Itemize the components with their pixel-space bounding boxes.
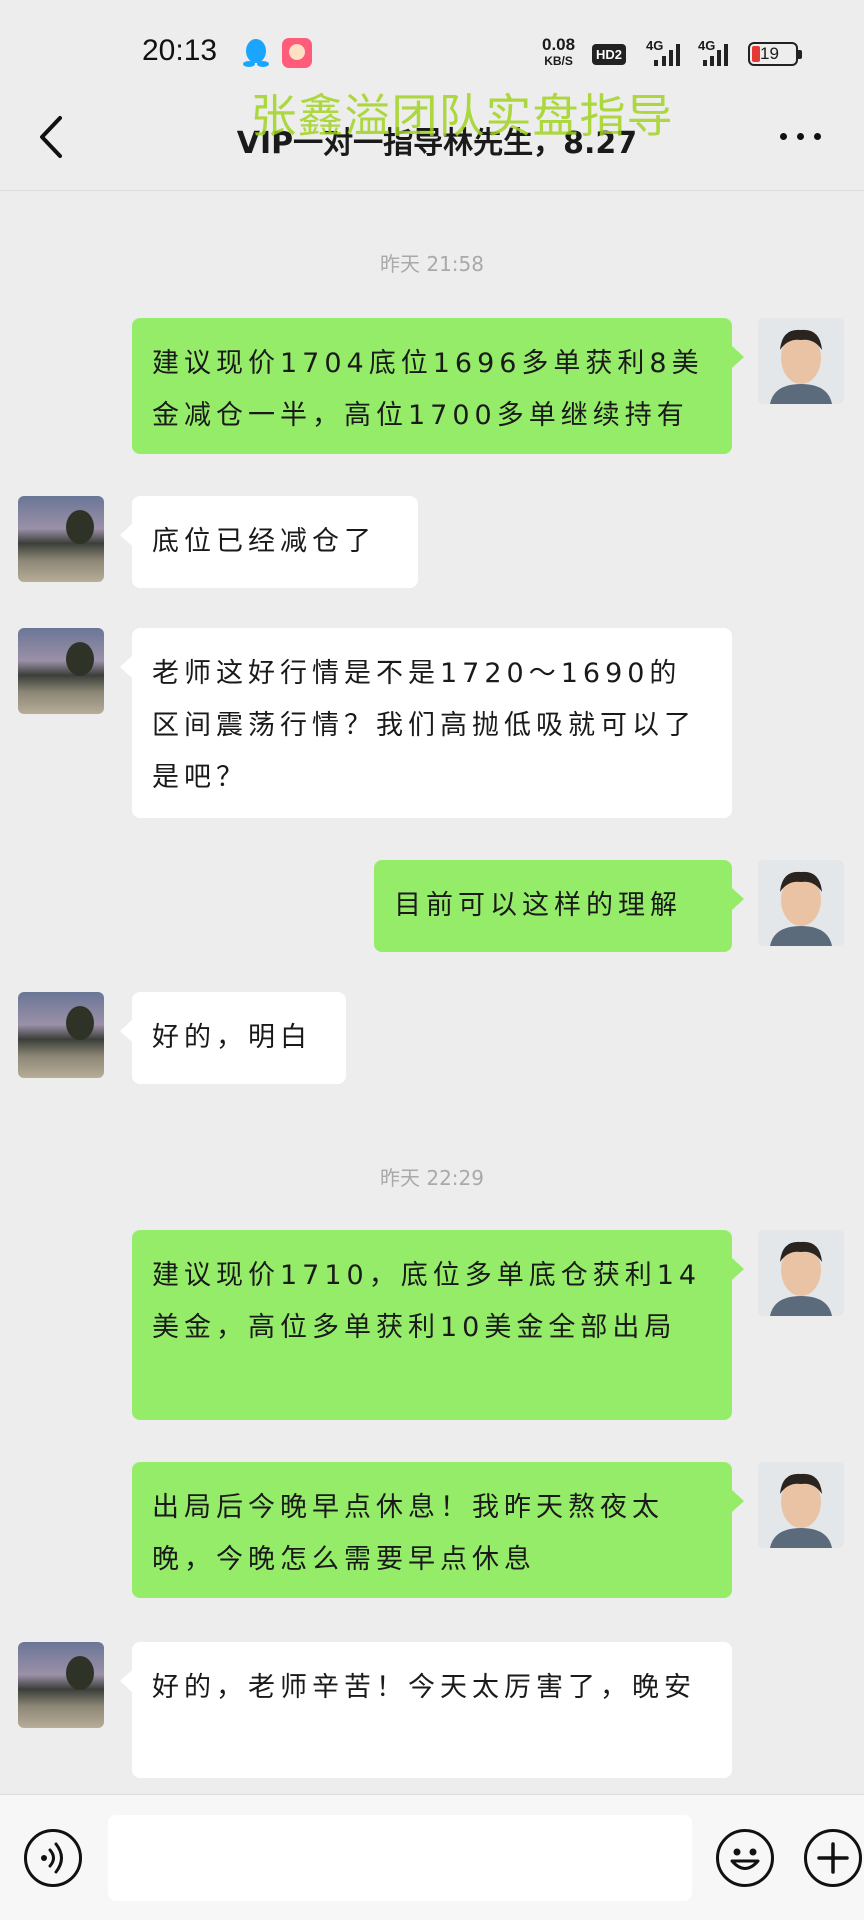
message-bubble-outgoing[interactable]: 目前可以这样的理解: [374, 860, 744, 952]
message-text: 建议现价1704底位1696多单获利8美金减仓一半，高位1700多单继续持有: [152, 348, 704, 431]
battery-fill: [752, 46, 760, 62]
more-button[interactable]: [778, 130, 824, 144]
input-bar: [0, 1794, 864, 1920]
timestamp: 昨天 21:58: [380, 252, 484, 276]
message-bubble-incoming[interactable]: 好的，明白: [120, 992, 346, 1084]
signal-1-icon: [654, 44, 680, 66]
avatar-me[interactable]: [758, 318, 844, 404]
message-bubble-incoming[interactable]: 好的，老师辛苦！今天太厉害了，晚安: [120, 1642, 732, 1778]
header-divider: [0, 190, 864, 191]
net-speed-unit: KB/S: [544, 54, 573, 68]
message-bubble-outgoing[interactable]: 建议现价1704底位1696多单获利8美金减仓一半，高位1700多单继续持有: [132, 318, 744, 454]
message-text: 目前可以这样的理解: [394, 890, 682, 921]
message-text: 底位已经减仓了: [152, 526, 376, 557]
net-speed: 0.08 KB/S: [542, 36, 575, 70]
person-icon: [758, 1462, 844, 1548]
battery-icon: 19: [748, 42, 802, 66]
message-text: 老师这好行情是不是1720～1690的区间震荡行情？我们高抛低吸就可以了是吧？: [152, 658, 696, 793]
voice-icon[interactable]: [24, 1829, 82, 1887]
message-input[interactable]: [108, 1815, 692, 1901]
person-icon: [758, 318, 844, 404]
message-text: 建议现价1710，底位多单底仓获利14美金，高位多单获利10美金全部出局: [152, 1260, 702, 1343]
avatar-other[interactable]: [18, 992, 104, 1078]
hd-badge: HD2: [592, 44, 627, 65]
avatar-other[interactable]: [18, 628, 104, 714]
timestamp: 昨天 22:29: [380, 1166, 484, 1190]
emoji-icon[interactable]: [716, 1829, 774, 1887]
message-bubble-outgoing[interactable]: 建议现价1710，底位多单底仓获利14美金，高位多单获利10美金全部出局: [132, 1230, 744, 1420]
person-icon: [758, 1230, 844, 1316]
message-text: 好的，老师辛苦！今天太厉害了，晚安: [152, 1672, 696, 1703]
avatar-me[interactable]: [758, 1462, 844, 1548]
net-speed-value: 0.08: [542, 35, 576, 54]
message-bubble-incoming[interactable]: 底位已经减仓了: [120, 496, 418, 588]
status-time: 20:13: [142, 34, 218, 67]
avatar-other[interactable]: [18, 1642, 104, 1728]
message-bubble-incoming[interactable]: 老师这好行情是不是1720～1690的区间震荡行情？我们高抛低吸就可以了是吧？: [120, 628, 732, 818]
avatar-me[interactable]: [758, 860, 844, 946]
status-bar: 20:13 0.08 KB/S HD2 4G 4G 19: [0, 0, 864, 100]
avatar-other[interactable]: [18, 496, 104, 582]
message-text: 好的，明白: [152, 1022, 312, 1053]
battery-level: 19: [760, 44, 779, 63]
chat-title: VIP一对一指导林先生，8.27: [236, 126, 638, 161]
person-icon: [758, 860, 844, 946]
qq-icon: [243, 39, 269, 67]
app-notification-icon: [282, 38, 312, 68]
signal-2-icon: [703, 44, 728, 66]
message-text: 出局后今晚早点休息！我昨天熬夜太晚，今晚怎么需要早点休息: [152, 1492, 664, 1575]
avatar-me[interactable]: [758, 1230, 844, 1316]
plus-icon[interactable]: [804, 1829, 862, 1887]
message-bubble-outgoing[interactable]: 出局后今晚早点休息！我昨天熬夜太晚，今晚怎么需要早点休息: [132, 1462, 744, 1598]
